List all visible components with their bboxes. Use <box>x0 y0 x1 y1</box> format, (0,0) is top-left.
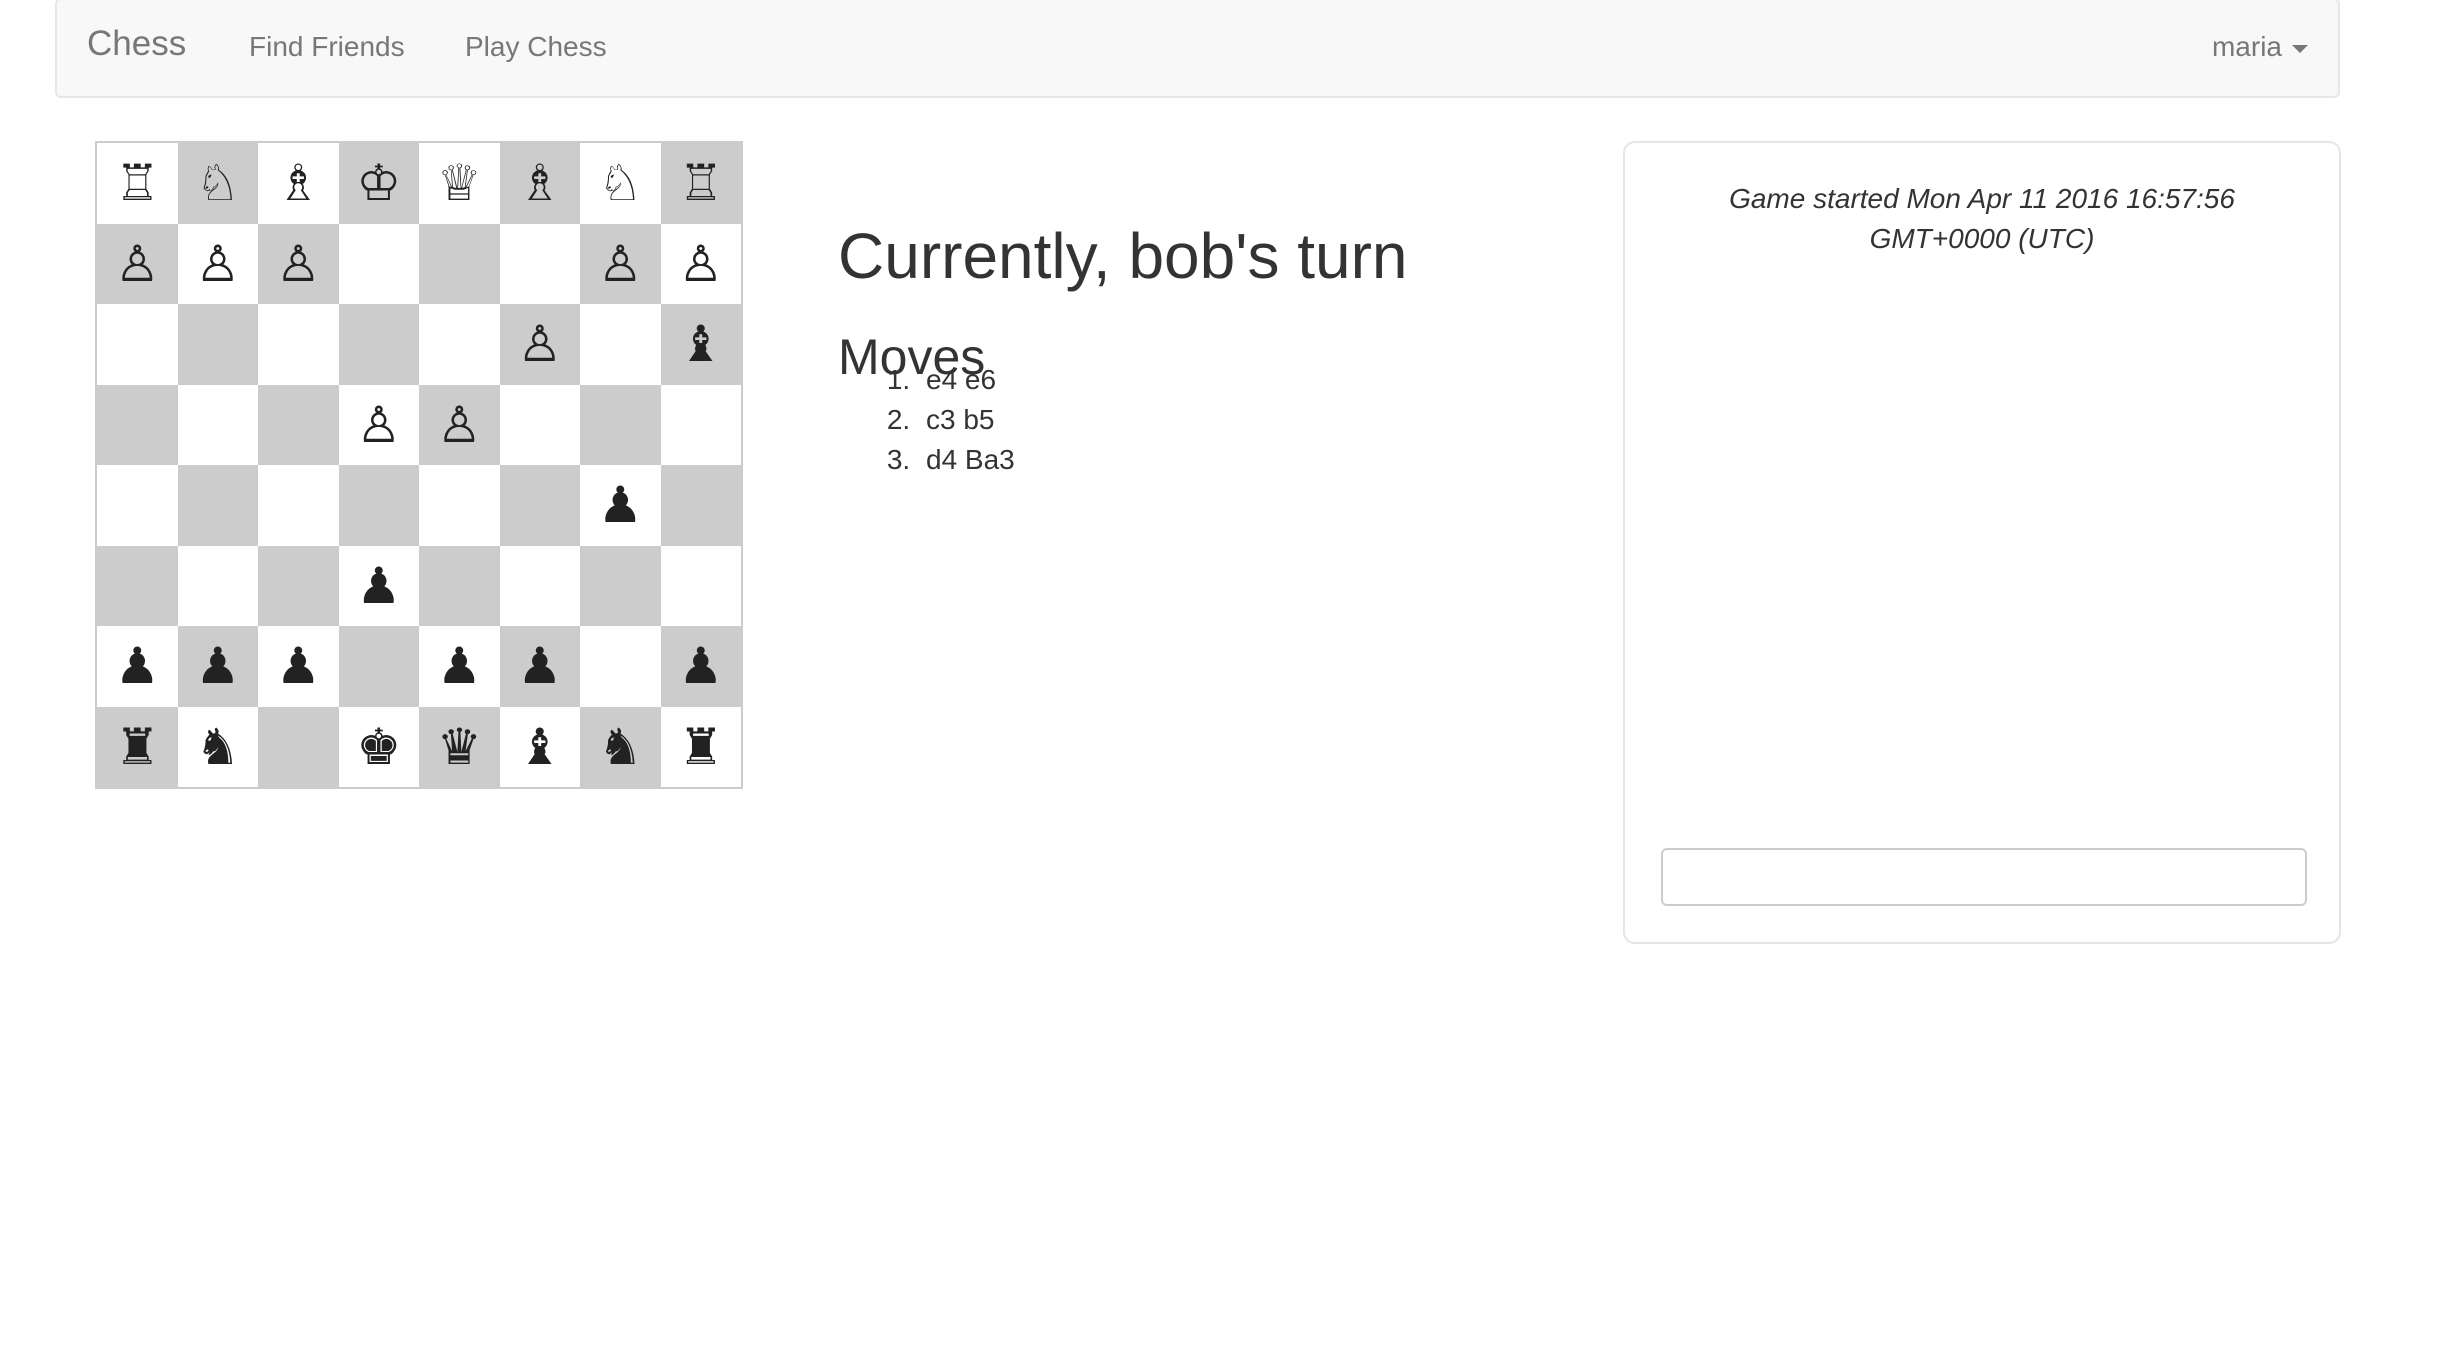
board-square[interactable]: ♔ <box>338 143 419 224</box>
board-square[interactable]: ♟ <box>660 626 741 707</box>
board-square[interactable]: ♙ <box>97 223 178 304</box>
board-square[interactable] <box>258 706 339 787</box>
board-square[interactable] <box>338 465 419 546</box>
board-square[interactable]: ♙ <box>660 223 741 304</box>
board-square[interactable]: ♘ <box>177 143 258 224</box>
board-square[interactable] <box>177 304 258 385</box>
board-square[interactable]: ♘ <box>580 143 661 224</box>
board-square[interactable] <box>580 626 661 707</box>
board-square[interactable]: ♙ <box>499 304 580 385</box>
board-square[interactable] <box>660 465 741 546</box>
board-square[interactable]: ♟ <box>177 626 258 707</box>
board-square[interactable] <box>338 223 419 304</box>
board-square[interactable] <box>338 626 419 707</box>
moves-list: e4 e6 c3 b5 d4 Ba3 <box>838 360 1015 480</box>
board-square[interactable] <box>258 304 339 385</box>
board-square[interactable]: ♕ <box>419 143 500 224</box>
board-square[interactable] <box>258 545 339 626</box>
board-square[interactable] <box>177 465 258 546</box>
board-square[interactable] <box>97 465 178 546</box>
board-square[interactable] <box>258 465 339 546</box>
board-square[interactable]: ♟ <box>97 626 178 707</box>
move-item: d4 Ba3 <box>918 440 1015 480</box>
board-square[interactable]: ♟ <box>338 545 419 626</box>
board-square[interactable]: ♜ <box>660 706 741 787</box>
caret-down-icon <box>2292 44 2308 53</box>
board-square[interactable] <box>177 545 258 626</box>
board-square[interactable] <box>499 545 580 626</box>
chat-log-message: Game started Mon Apr 11 2016 16:57:56 GM… <box>1729 183 2235 254</box>
board-square[interactable] <box>660 545 741 626</box>
nav-play-chess[interactable]: Play Chess <box>465 33 607 61</box>
board-square[interactable] <box>419 304 500 385</box>
board-square[interactable] <box>499 465 580 546</box>
board-square[interactable] <box>419 545 500 626</box>
move-item: e4 e6 <box>918 360 1015 400</box>
board-square[interactable]: ♟ <box>580 465 661 546</box>
board-square[interactable]: ♞ <box>580 706 661 787</box>
board-square[interactable] <box>338 304 419 385</box>
board-square[interactable]: ♗ <box>499 143 580 224</box>
chat-panel: Game started Mon Apr 11 2016 16:57:56 GM… <box>1623 141 2341 944</box>
board-square[interactable] <box>177 384 258 465</box>
board-square[interactable]: ♗ <box>258 143 339 224</box>
board-square[interactable] <box>660 384 741 465</box>
board-square[interactable]: ♙ <box>258 223 339 304</box>
chess-board: ♖ ♘ ♗ ♔ ♕ ♗ ♘ ♖ ♙ ♙ ♙ ♙ ♙ ♙ ♝ ♙ ♙ ♟ ♟ ♟ ♟ ♟ ♟ ♟ ♟ ♜ ♞ ♚ ♛ ♝ ♞ ♜ <box>95 141 743 789</box>
board-square[interactable] <box>97 384 178 465</box>
board-square[interactable] <box>499 223 580 304</box>
board-square[interactable]: ♙ <box>177 223 258 304</box>
board-square[interactable]: ♟ <box>419 626 500 707</box>
board-square[interactable]: ♛ <box>419 706 500 787</box>
move-item: c3 b5 <box>918 400 1015 440</box>
user-name: maria <box>2211 31 2282 62</box>
board-square[interactable]: ♚ <box>338 706 419 787</box>
board-square[interactable]: ♟ <box>258 626 339 707</box>
board-square[interactable]: ♖ <box>97 143 178 224</box>
board-square[interactable]: ♙ <box>580 223 661 304</box>
board-square[interactable]: ♝ <box>660 304 741 385</box>
board-square[interactable] <box>97 545 178 626</box>
board-square[interactable]: ♝ <box>499 706 580 787</box>
board-square[interactable] <box>419 223 500 304</box>
turn-status: Currently, bob's turn <box>838 219 1408 292</box>
board-square[interactable]: ♟ <box>499 626 580 707</box>
board-square[interactable] <box>97 304 178 385</box>
board-square[interactable] <box>419 465 500 546</box>
board-square[interactable]: ♜ <box>97 706 178 787</box>
board-square[interactable]: ♙ <box>419 384 500 465</box>
board-square[interactable]: ♙ <box>338 384 419 465</box>
board-square[interactable] <box>580 384 661 465</box>
board-square[interactable]: ♖ <box>660 143 741 224</box>
board-square[interactable] <box>580 545 661 626</box>
board-square[interactable] <box>499 384 580 465</box>
board-square[interactable] <box>258 384 339 465</box>
board-square[interactable]: ♞ <box>177 706 258 787</box>
chat-input[interactable] <box>1661 848 2307 906</box>
user-menu[interactable]: maria <box>2212 33 2308 61</box>
nav-find-friends[interactable]: Find Friends <box>249 33 405 61</box>
board-square[interactable] <box>580 304 661 385</box>
navbar: Chess Find Friends Play Chess maria <box>55 0 2340 98</box>
brand-link[interactable]: Chess <box>87 26 186 61</box>
